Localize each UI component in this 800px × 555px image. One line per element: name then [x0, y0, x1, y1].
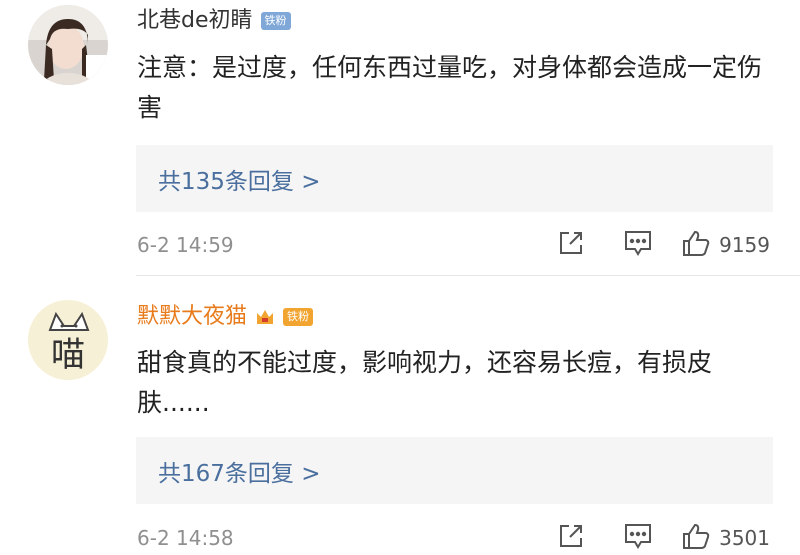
share-icon[interactable]: [557, 522, 585, 554]
comment-text: 甜食真的不能过度，影响视力，还容易长痘，有损皮肤......: [137, 348, 713, 417]
username[interactable]: 北巷de初睛: [137, 6, 253, 36]
fan-badge: 铁粉: [283, 308, 314, 326]
share-icon[interactable]: [557, 229, 585, 261]
avatar-text: 喵: [51, 335, 85, 375]
comment-icon[interactable]: [623, 229, 653, 261]
like-count: 9159: [719, 233, 770, 257]
timestamp: 6-2 14:58: [137, 526, 234, 550]
replies-link[interactable]: 共135条回复 >: [158, 162, 320, 196]
comment-actions: 9159: [557, 229, 770, 261]
replies-box[interactable]: 共135条回复 >: [136, 145, 773, 212]
user-row: 北巷de初睛 铁粉: [137, 6, 291, 36]
fan-badge: 铁粉: [260, 12, 291, 30]
replies-box[interactable]: 共167条回复 >: [136, 437, 773, 504]
comment-item: 北巷de初睛 铁粉 注意：是过度，任何东西过量吃，对身体都会造成一定伤害 共13…: [0, 0, 800, 275]
avatar[interactable]: [28, 5, 108, 85]
like-count: 3501: [719, 526, 770, 550]
user-row: 默默大夜猫 铁粉: [137, 302, 314, 332]
comment-item: 喵 默默大夜猫 铁粉 甜食真的不能过度，影响视力，还容易长痘，有损皮肤.....…: [0, 278, 800, 555]
timestamp: 6-2 14:59: [137, 233, 234, 257]
crown-icon: [255, 308, 275, 326]
comment-meta: 6-2 14:59 9159: [137, 230, 770, 260]
comment-meta: 6-2 14:58 3501: [137, 523, 770, 553]
thumbs-up-icon[interactable]: [681, 522, 711, 554]
replies-link[interactable]: 共167条回复 >: [158, 454, 320, 488]
divider: [136, 275, 800, 276]
comment-actions: 3501: [557, 522, 770, 554]
thumbs-up-icon[interactable]: [681, 229, 711, 261]
comment-icon[interactable]: [623, 522, 653, 554]
avatar[interactable]: 喵: [28, 300, 108, 380]
username[interactable]: 默默大夜猫: [137, 302, 247, 332]
comment-text: 注意：是过度，任何东西过量吃，对身体都会造成一定伤害: [137, 53, 763, 122]
